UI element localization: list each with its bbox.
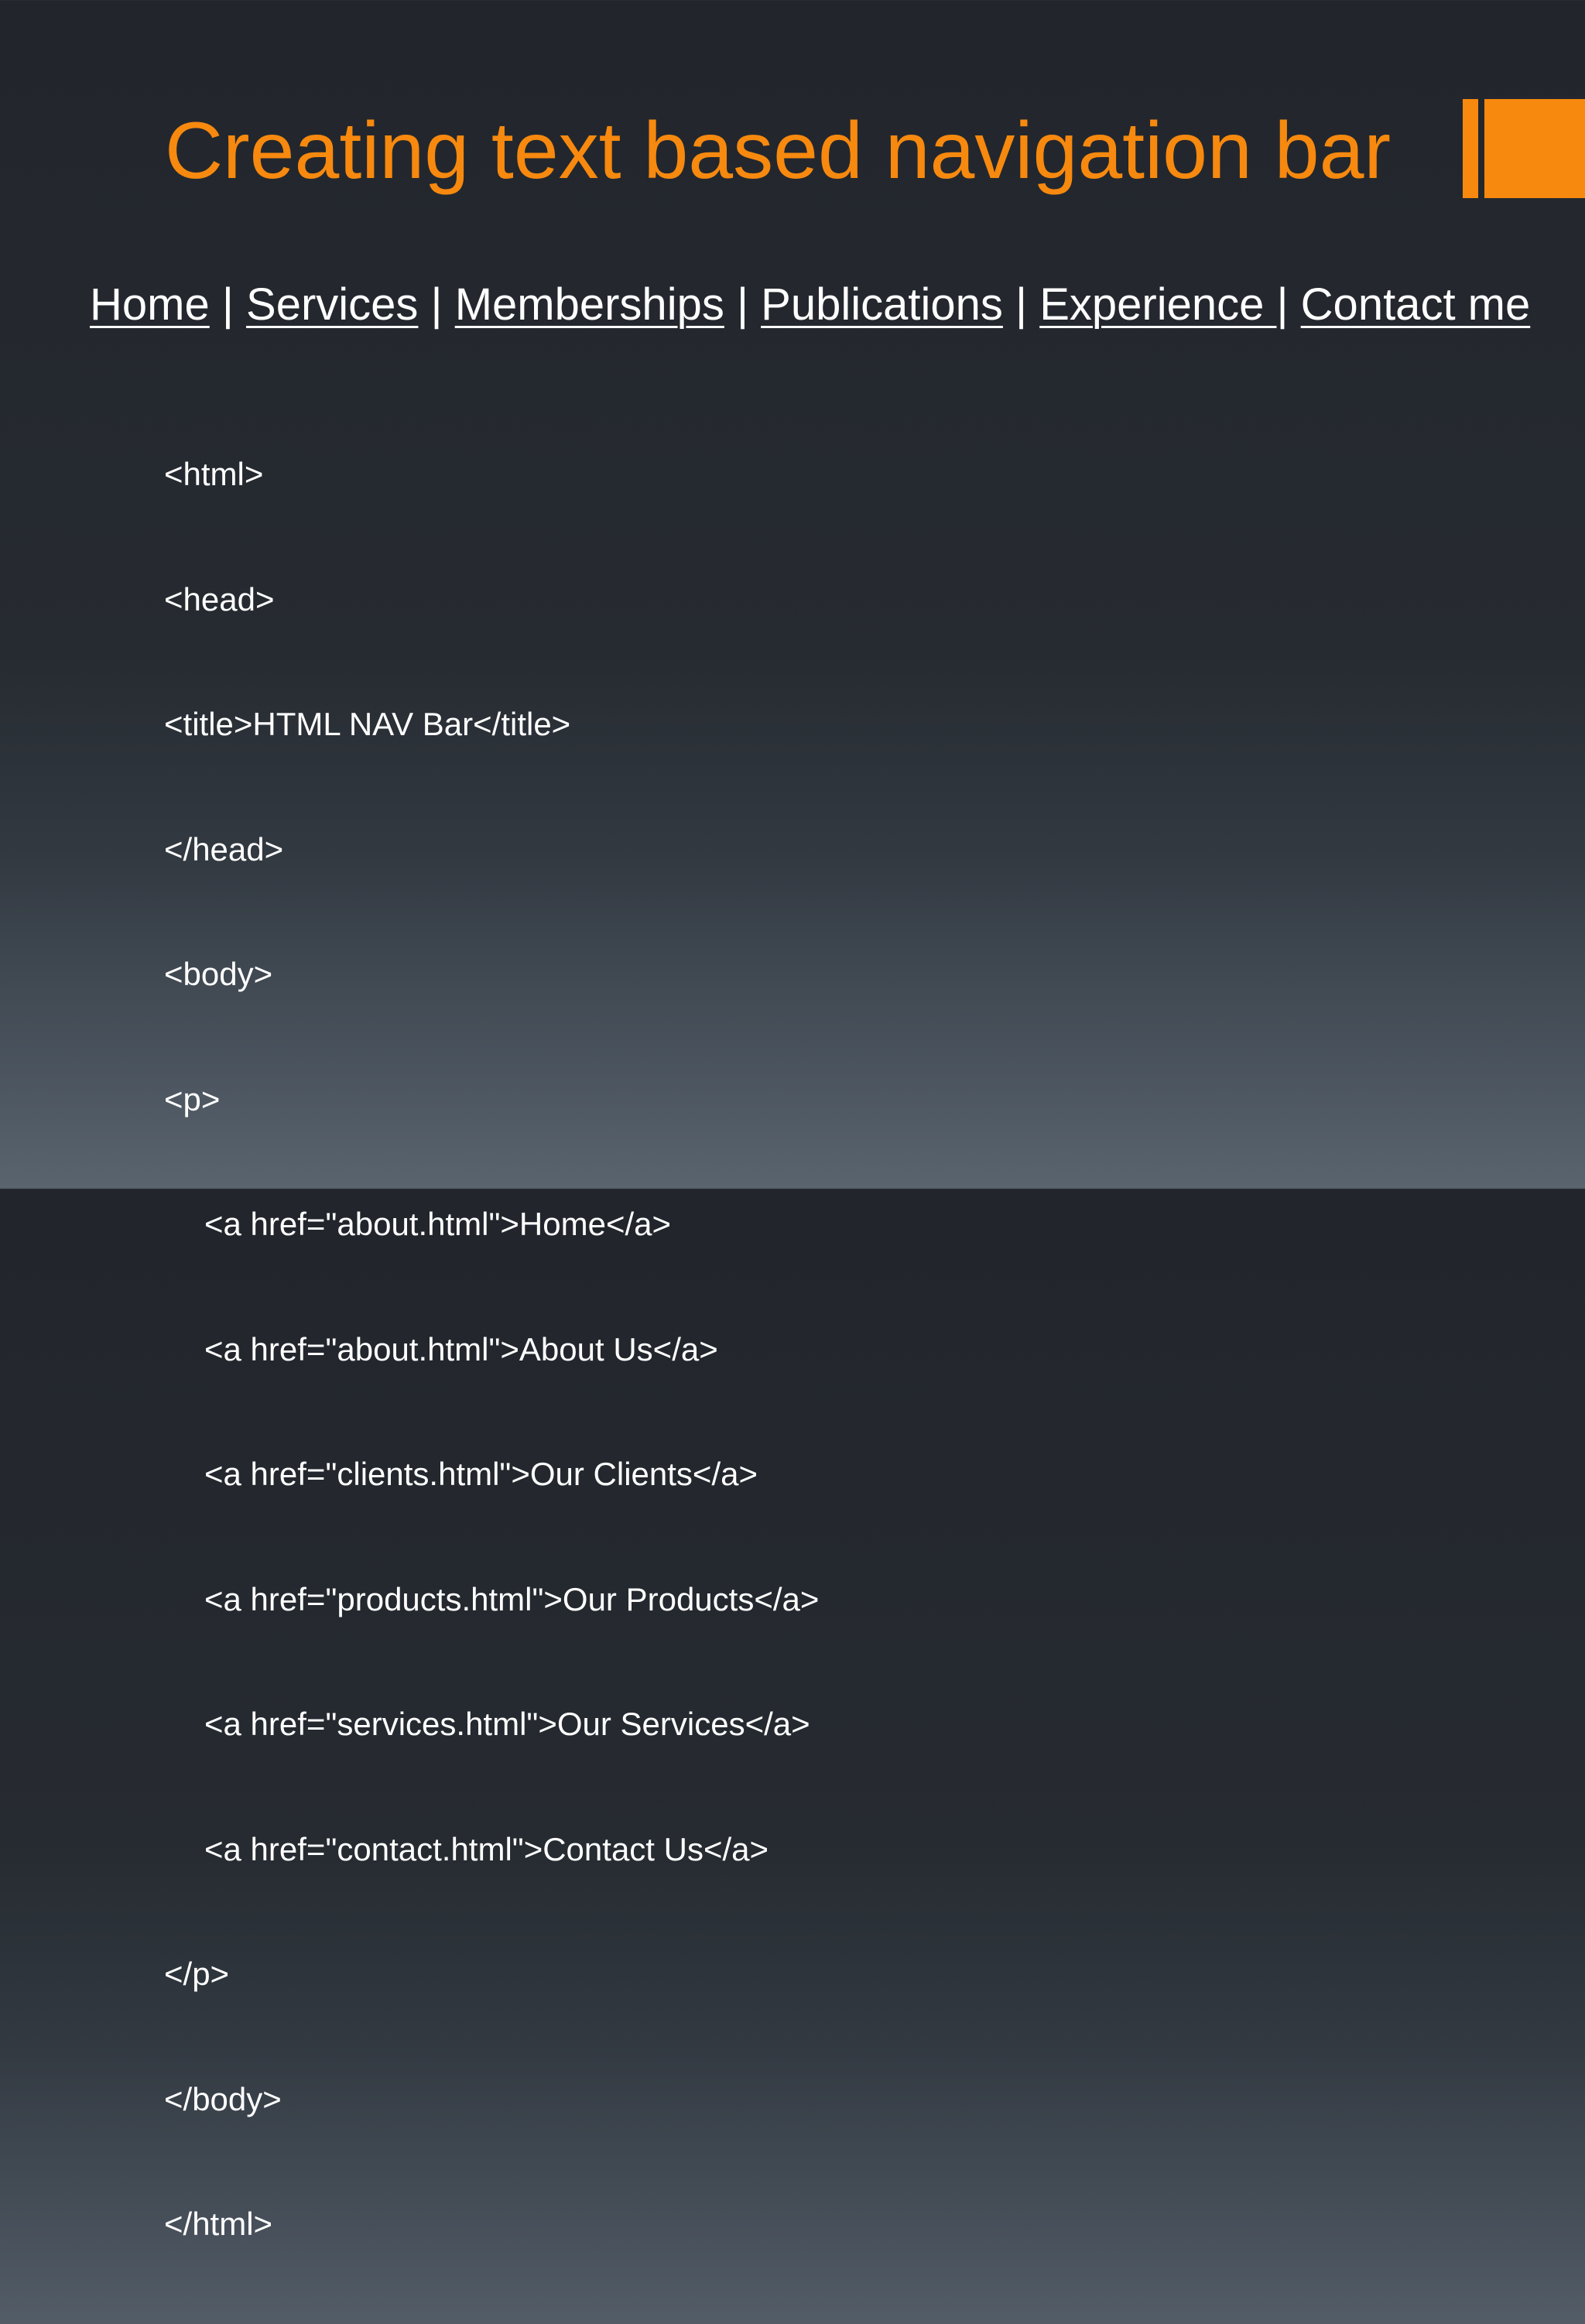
nav-link-experience[interactable]: Experience — [1039, 279, 1276, 330]
code-line: </head> — [164, 830, 284, 868]
code-line: <a href="contact.html">Contact Us</a> — [204, 1830, 769, 1867]
nav-separator: | — [724, 279, 762, 330]
code-line: </html> — [164, 2206, 273, 2242]
code-line: <a href="about.html">About Us</a> — [204, 1330, 718, 1367]
nav-separator: | — [418, 279, 455, 330]
nav-separator: | — [1002, 279, 1040, 330]
nav-link-memberships[interactable]: Memberships — [455, 279, 724, 330]
code-line: <p> — [164, 1080, 221, 1118]
slide: Creating text based navigation bar Home … — [0, 0, 1585, 2242]
nav-link-contact-me[interactable]: Contact me — [1301, 279, 1531, 330]
code-line: <html> — [164, 456, 264, 492]
code-line: <title>HTML NAV Bar</title> — [164, 706, 571, 742]
code-line: </p> — [164, 1956, 230, 1992]
code-listing: <html> <head> <title>HTML NAV Bar</title… — [164, 375, 819, 2324]
code-line: <a href="clients.html">Our Clients</a> — [204, 1456, 758, 1492]
code-line: <a href="about.html">Home</a> — [204, 1206, 672, 1242]
code-line: <body> — [164, 956, 273, 992]
nav-link-home[interactable]: Home — [90, 279, 210, 330]
nav-link-publications[interactable]: Publications — [761, 279, 1003, 330]
nav-separator: | — [1276, 279, 1301, 330]
code-line: <a href="products.html">Our Products</a> — [204, 1580, 820, 1617]
text-navigation-bar: Home | Services | Memberships | Publicat… — [90, 277, 1530, 333]
code-line: </body> — [164, 2080, 282, 2117]
slide-title: Creating text based navigation bar — [164, 106, 1392, 196]
code-line: <head> — [164, 580, 275, 618]
nav-link-services[interactable]: Services — [246, 279, 418, 330]
code-line: <a href="services.html">Our Services</a> — [204, 1706, 810, 1742]
nav-separator: | — [209, 279, 247, 330]
